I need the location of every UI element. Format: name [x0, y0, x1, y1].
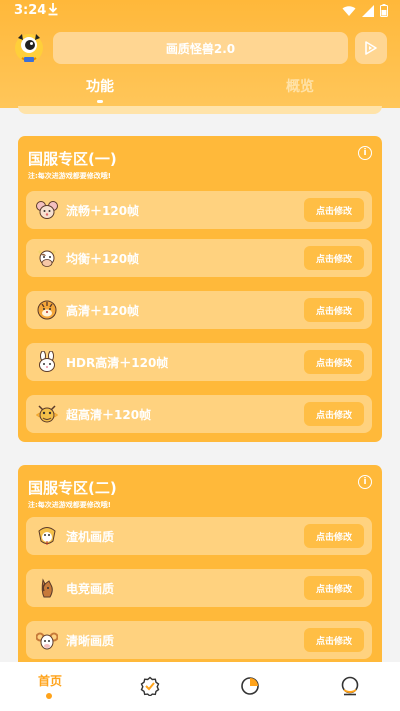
list-item: 均衡＋120帧 点击修改 [26, 239, 372, 277]
list-item: 清晰画质 点击修改 [26, 621, 372, 659]
row-label: 清晰画质 [66, 634, 115, 648]
list-item: 流畅＋120帧 点击修改 [26, 191, 372, 229]
row-label: 高清＋120帧 [66, 304, 140, 318]
list-item: HDR高清＋120帧 点击修改 [26, 343, 372, 381]
horse-icon [41, 578, 53, 598]
rabbit-icon [39, 351, 55, 372]
list-item: 超高清＋120帧 点击修改 [26, 395, 372, 433]
section-card-1: 国服专区(一) 注:每次进游戏都要修改哦! i 流畅＋120帧 点击修改 均衡＋… [18, 136, 382, 442]
modify-button[interactable]: 点击修改 [304, 350, 364, 374]
row-label: 均衡＋120帧 [66, 252, 140, 266]
tiger-icon [37, 300, 57, 320]
list-item: 渣机画质 点击修改 [26, 517, 372, 555]
snake-icon [38, 527, 56, 545]
modify-button[interactable]: 点击修改 [304, 246, 364, 270]
row-label: HDR高清＋120帧 [66, 356, 169, 370]
launch-game-button[interactable] [355, 32, 387, 64]
modify-button[interactable]: 点击修改 [304, 198, 364, 222]
row-label: 电竞画质 [66, 582, 115, 596]
nav-active-dot [46, 693, 52, 699]
modify-button[interactable]: 点击修改 [304, 298, 364, 322]
status-time: 3:24 [14, 3, 47, 18]
download-icon [47, 2, 59, 20]
modify-button[interactable]: 点击修改 [304, 402, 364, 426]
previous-card-edge [18, 106, 382, 114]
row-label: 流畅＋120帧 [66, 204, 140, 218]
cow-icon [38, 250, 56, 267]
battery-icon [380, 4, 388, 17]
nav-home[interactable]: 首页 [30, 662, 70, 711]
mouse-icon [36, 201, 58, 219]
section-note: 注:每次进游戏都要修改哦! [28, 172, 111, 180]
modify-button[interactable]: 点击修改 [304, 628, 364, 652]
tab-indicator [97, 100, 103, 103]
tab-functions[interactable]: 功能 [86, 76, 114, 96]
signal-icon [362, 4, 374, 17]
nav-home-label: 首页 [38, 674, 63, 688]
tab-bar: 功能 概览 [0, 76, 400, 106]
modify-button[interactable]: 点击修改 [304, 576, 364, 600]
section-card-2: 国服专区(二) 注:每次进游戏都要修改哦! i 渣机画质 点击修改 电竞画质 点… [18, 465, 382, 685]
badge-check-icon[interactable] [140, 676, 160, 696]
row-label: 渣机画质 [66, 530, 115, 544]
section-note: 注:每次进游戏都要修改哦! [28, 501, 111, 509]
app-logo[interactable] [12, 30, 46, 64]
info-icon[interactable]: i [358, 475, 372, 489]
section-title: 国服专区(二) [28, 479, 117, 497]
goat-icon [36, 632, 58, 650]
list-item: 电竞画质 点击修改 [26, 569, 372, 607]
modify-button[interactable]: 点击修改 [304, 524, 364, 548]
list-item: 高清＋120帧 点击修改 [26, 291, 372, 329]
section-title: 国服专区(一) [28, 150, 117, 168]
pie-chart-icon[interactable] [240, 676, 260, 696]
status-bar: 3:24 [0, 0, 400, 24]
dragon-icon [36, 405, 58, 423]
bottom-nav: 首页 [0, 662, 400, 711]
app-title: 画质怪兽2.0 [53, 32, 348, 64]
row-label: 超高清＋120帧 [66, 408, 152, 422]
info-icon[interactable]: i [358, 146, 372, 160]
profile-icon[interactable] [340, 676, 360, 696]
play-icon [365, 41, 377, 55]
wifi-icon [342, 5, 356, 16]
tab-overview[interactable]: 概览 [286, 76, 314, 96]
